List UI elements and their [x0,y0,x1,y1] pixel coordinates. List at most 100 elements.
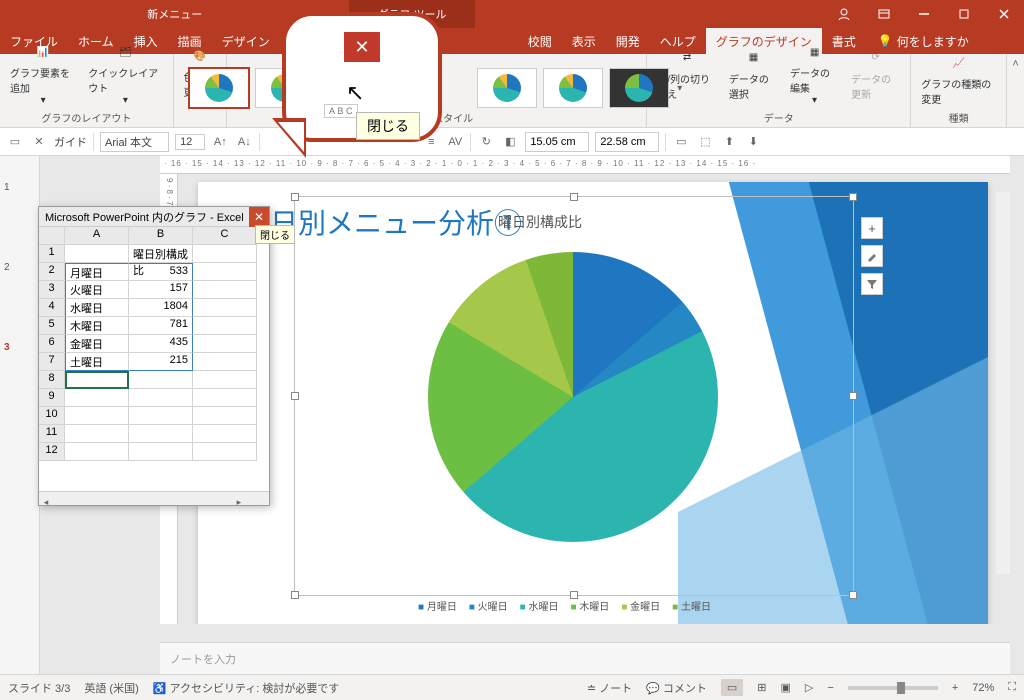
cell[interactable] [193,263,257,281]
thumb-3[interactable]: 3 [0,340,39,420]
legend-item[interactable]: 月曜日 [418,598,457,613]
excel-title-bar[interactable]: Microsoft PowerPoint 内のグラフ - Excel ✕ [39,207,269,227]
cell[interactable]: 435 [129,335,193,353]
legend-item[interactable]: 水曜日 [520,598,559,613]
row-header[interactable]: 6 [39,335,65,353]
col-header[interactable]: B [129,227,193,245]
collapse-ribbon-icon[interactable]: ˄ [1007,54,1024,127]
cell[interactable] [193,407,257,425]
row-header[interactable]: 12 [39,443,65,461]
cell[interactable]: 月曜日 [65,263,129,281]
excel-close-button[interactable]: ✕ [249,207,269,227]
row-header[interactable]: 2 [39,263,65,281]
excel-grid[interactable]: A B C [39,227,269,245]
account-icon[interactable] [824,0,864,28]
select-data-button[interactable]: ▦データの選択 [725,43,782,103]
excel-horizontal-scrollbar[interactable]: ◂ ▸ [39,491,269,505]
quick-layout-button[interactable]: 🗂クイックレイアウト▾ [84,37,166,108]
chart-elements-button[interactable]: + [861,217,883,239]
chart-style-3[interactable] [477,68,537,108]
cell[interactable] [193,389,257,407]
restore-button[interactable] [944,0,984,28]
col-header[interactable]: C [193,227,257,245]
change-chart-type-button[interactable]: 📈グラフの種類の変更 [917,48,1000,108]
cell[interactable] [65,389,129,407]
zoom-value[interactable]: 72% [972,682,994,694]
cell[interactable]: 533 [129,263,193,281]
notes-toggle[interactable]: ≐ ノート [587,680,632,696]
tab-view[interactable]: 表示 [562,28,606,54]
rotate-icon[interactable]: ↻ [477,133,495,151]
switch-row-column-button[interactable]: ⇄行/列の切り替え [653,43,721,103]
tab-design[interactable]: デザイン [212,28,280,54]
legend-item[interactable]: 土曜日 [672,598,711,613]
zoom-in-icon[interactable]: + [952,682,958,694]
group-icon[interactable]: ⬚ [696,133,714,151]
cell[interactable]: 金曜日 [65,335,129,353]
cell[interactable] [129,389,193,407]
cell[interactable] [129,371,193,389]
tell-me[interactable]: 何をしますか [897,33,969,50]
font-size[interactable]: 12 [175,134,205,150]
comments-toggle[interactable]: 💬 コメント [646,680,707,696]
cell[interactable]: 火曜日 [65,281,129,299]
cell[interactable] [193,353,257,371]
cell[interactable] [129,425,193,443]
cell[interactable] [193,425,257,443]
status-accessibility[interactable]: ♿ アクセシビリティ: 検討が必要です [153,680,340,696]
crop-icon[interactable]: ◧ [501,133,519,151]
shape-width-input[interactable] [595,132,659,152]
cell[interactable] [193,317,257,335]
fit-window-icon[interactable]: ⛶ [1008,681,1016,694]
bring-forward-icon[interactable]: ⬆ [720,133,738,151]
select-all-cell[interactable] [39,227,65,245]
scroll-left-icon[interactable]: ◂ [39,496,53,510]
chart-legend[interactable]: 月曜日 火曜日 水曜日 木曜日 金曜日 土曜日 [418,598,711,613]
legend-item[interactable]: 木曜日 [570,598,609,613]
cell[interactable]: 曜日別構成比 [129,245,193,263]
scroll-right-icon[interactable]: ▸ [232,496,246,510]
send-backward-icon[interactable]: ⬇ [744,133,762,151]
guide-toggle[interactable]: ガイド [54,134,87,150]
notes-pane[interactable]: ノートを入力 [160,642,1010,674]
zoom-out-icon[interactable]: − [827,682,833,694]
cell[interactable]: 157 [129,281,193,299]
decrease-font-icon[interactable]: A↓ [235,133,253,151]
row-header[interactable]: 4 [39,299,65,317]
view-reading-icon[interactable]: ▣ [781,681,791,694]
cell[interactable] [129,443,193,461]
row-header[interactable]: 11 [39,425,65,443]
cell[interactable] [65,371,129,389]
chart-style-1[interactable] [189,68,249,108]
slide[interactable]: 曜日別メニュー分析① 曜日別構成比 + 月曜日 火曜日 水曜日 木曜日 金曜日 [198,182,988,624]
row-header[interactable]: 9 [39,389,65,407]
cell[interactable]: 1804 [129,299,193,317]
zoom-slider[interactable] [848,686,938,690]
row-header[interactable]: 1 [39,245,65,263]
ribbon-display-icon[interactable] [864,0,904,28]
cell[interactable] [65,245,129,263]
cell[interactable] [193,371,257,389]
cell[interactable] [65,443,129,461]
view-normal-icon[interactable]: ▭ [721,679,743,696]
arrange-icon[interactable]: ▭ [672,133,690,151]
legend-item[interactable]: 火曜日 [469,598,508,613]
row-header[interactable]: 8 [39,371,65,389]
chart-style-4[interactable] [543,68,603,108]
legend-item[interactable]: 金曜日 [621,598,660,613]
cell[interactable] [129,407,193,425]
slide-canvas[interactable]: 曜日別メニュー分析① 曜日別構成比 + 月曜日 火曜日 水曜日 木曜日 金曜日 [178,174,1010,624]
cell[interactable] [193,299,257,317]
cell[interactable]: 木曜日 [65,317,129,335]
row-header[interactable]: 3 [39,281,65,299]
cell[interactable] [193,335,257,353]
cell[interactable] [65,407,129,425]
cell[interactable]: 水曜日 [65,299,129,317]
row-header[interactable]: 10 [39,407,65,425]
cell[interactable] [193,443,257,461]
excel-data-window[interactable]: Microsoft PowerPoint 内のグラフ - Excel ✕ 閉じる… [38,206,270,506]
cell[interactable]: 215 [129,353,193,371]
thumb-1[interactable]: 1 [0,180,39,260]
view-sorter-icon[interactable]: ⊞ [757,681,766,694]
tab-developer[interactable]: 開発 [606,28,650,54]
